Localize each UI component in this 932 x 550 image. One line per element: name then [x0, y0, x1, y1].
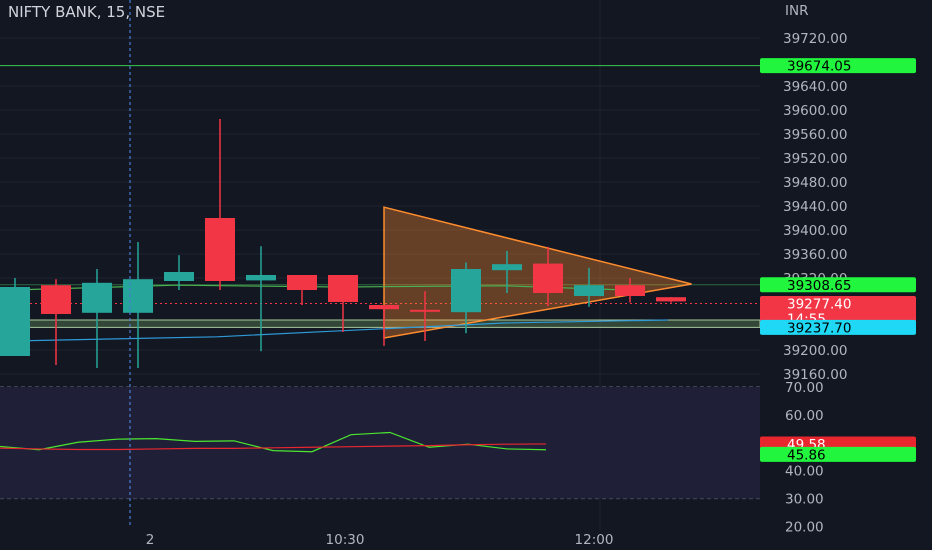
rsi-tick-label: 70.00 — [785, 380, 824, 396]
rsi-tag-box — [760, 446, 916, 462]
candle-body — [246, 275, 276, 281]
rsi-tag-label: 45.86 — [787, 447, 826, 463]
rsi-tag: 45.86 — [760, 446, 916, 463]
price-tick-label: 39480.00 — [783, 175, 847, 191]
candle-body — [287, 275, 317, 290]
candle-body — [164, 272, 194, 281]
rsi-tick-label: 40.00 — [785, 464, 824, 480]
price-tick-label: 39400.00 — [783, 223, 847, 239]
candle-body — [615, 285, 645, 296]
candle-body — [451, 269, 481, 313]
chart-canvas[interactable]: 39720.00 39640.00 39600.00 39560.00 39520.00… — [0, 0, 932, 550]
price-tick-label: 39720.00 — [783, 31, 847, 47]
candle-body — [0, 287, 30, 356]
candle-body — [410, 309, 440, 312]
chart-title: NIFTY BANK, 15, NSE — [8, 3, 165, 21]
candle-body — [328, 275, 358, 302]
candle-body — [369, 305, 399, 310]
time-tick-label: 2 — [146, 532, 155, 548]
price-tick-label: 39360.00 — [783, 247, 847, 263]
candle-body — [533, 263, 563, 293]
price-tag-label: 39277.40 — [787, 297, 851, 313]
rsi-tick-label: 20.00 — [785, 520, 824, 536]
price-tick-label: 39600.00 — [783, 103, 847, 119]
time-tick-label: 12:00 — [575, 532, 614, 548]
price-tag: 39237.70 — [760, 319, 916, 336]
candle-body — [574, 285, 604, 296]
price-tag-label: 39674.05 — [787, 59, 851, 75]
time-tick-label: 10:30 — [326, 532, 365, 548]
candle-body — [205, 218, 235, 281]
rsi-tick-label: 30.00 — [785, 492, 824, 508]
candle-body — [656, 297, 686, 302]
price-tag-label: 39308.65 — [787, 278, 851, 294]
candle-body — [82, 282, 112, 313]
price-tick-label: 39520.00 — [783, 151, 847, 167]
candle — [0, 278, 30, 356]
price-tick-label: 39640.00 — [783, 79, 847, 95]
candle-body — [492, 264, 522, 271]
price-tick-label: 39200.00 — [783, 343, 847, 359]
rsi-tick-label: 60.00 — [785, 408, 824, 424]
candle-body — [41, 285, 71, 314]
candle-body — [123, 279, 153, 313]
price-tag-label: 39237.70 — [787, 320, 851, 336]
price-tick-label: 39560.00 — [783, 127, 847, 143]
price-tick-label: 39440.00 — [783, 199, 847, 215]
price-tag: 39674.05 — [760, 58, 916, 75]
level-zone — [0, 319, 761, 328]
price-tag: 39308.65 — [760, 277, 916, 294]
currency-label: INR — [785, 3, 808, 19]
rsi-band — [0, 387, 760, 499]
